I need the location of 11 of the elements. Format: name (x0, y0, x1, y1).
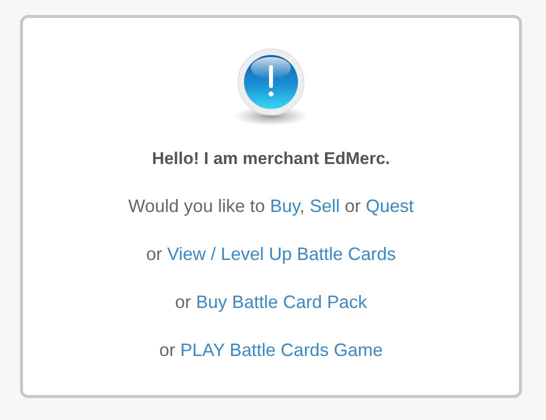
option-link[interactable]: Quest (366, 196, 414, 216)
option-link[interactable]: Sell (310, 196, 340, 216)
greeting-text: Hello! I am merchant EdMerc. (152, 149, 390, 169)
option-sentence: or Buy Battle Card Pack (174, 292, 368, 313)
option-link[interactable]: PLAY Battle Cards Game (180, 340, 383, 360)
option-sentence: or View / Level Up Battle Cards (146, 244, 396, 265)
option-link[interactable]: View / Level Up Battle Cards (167, 244, 396, 264)
option-link[interactable]: Buy (270, 196, 300, 216)
option-link[interactable]: Buy Battle Card Pack (196, 292, 368, 312)
option-sentence: Would you like to Buy, Sell or Quest (128, 196, 414, 217)
option-sentence: or PLAY Battle Cards Game (159, 340, 383, 361)
